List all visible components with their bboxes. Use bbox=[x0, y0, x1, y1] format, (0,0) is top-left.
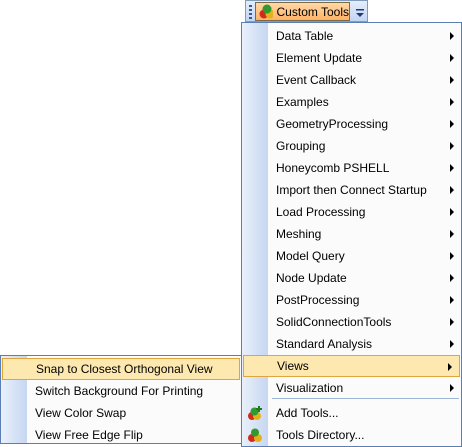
menu-item-views[interactable]: Views bbox=[243, 355, 460, 377]
menu-item-label: Import then Connect Startup bbox=[276, 183, 427, 197]
submenu-arrow-icon bbox=[450, 120, 454, 128]
submenu-arrow-icon bbox=[450, 142, 454, 150]
menu-item-load-processing[interactable]: Load Processing bbox=[242, 201, 461, 223]
menu-item-grouping[interactable]: Grouping bbox=[242, 135, 461, 157]
menu-item-visualization[interactable]: Visualization bbox=[242, 377, 461, 399]
submenu-item-view-color-swap[interactable]: View Color Swap bbox=[1, 402, 241, 424]
chevron-down-icon[interactable] bbox=[355, 6, 365, 20]
menu-item-label: Standard Analysis bbox=[276, 337, 373, 351]
menu-item-label: Add Tools... bbox=[276, 406, 339, 420]
custom-tools-icon bbox=[259, 4, 273, 18]
menu-item-label: Load Processing bbox=[276, 205, 366, 219]
menu-item-node-update[interactable]: Node Update bbox=[242, 267, 461, 289]
submenu-arrow-icon bbox=[450, 98, 454, 106]
menu-item-honeycomb-pshell[interactable]: Honeycomb PSHELL bbox=[242, 157, 461, 179]
menu-item-event-callback[interactable]: Event Callback bbox=[242, 69, 461, 91]
menu-item-model-query[interactable]: Model Query bbox=[242, 245, 461, 267]
menu-separator bbox=[272, 398, 459, 399]
menu-item-label: GeometryProcessing bbox=[276, 117, 389, 131]
submenu-item-label: Snap to Closest Orthogonal View bbox=[36, 362, 213, 376]
menu-item-geometryprocessing[interactable]: GeometryProcessing bbox=[242, 113, 461, 135]
menu-item-add-tools[interactable]: Add Tools... bbox=[242, 402, 461, 424]
menu-item-label: Grouping bbox=[276, 139, 326, 153]
submenu-item-label: Switch Background For Printing bbox=[35, 384, 204, 398]
submenu-item-label: View Color Swap bbox=[35, 406, 127, 420]
submenu-arrow-icon bbox=[450, 76, 454, 84]
menu-item-element-update[interactable]: Element Update bbox=[242, 47, 461, 69]
add-tools-icon bbox=[248, 406, 262, 420]
submenu-arrow-icon bbox=[450, 318, 454, 326]
custom-tools-toolbar: Custom Tools bbox=[245, 0, 368, 22]
submenu-arrow-icon bbox=[450, 252, 454, 260]
menu-item-label: Examples bbox=[276, 95, 329, 109]
menu-item-label: Event Callback bbox=[276, 73, 357, 87]
submenu-arrow-icon bbox=[450, 54, 454, 62]
custom-tools-button[interactable]: Custom Tools bbox=[255, 2, 350, 21]
submenu-arrow-icon bbox=[450, 208, 454, 216]
submenu-arrow-icon bbox=[450, 340, 454, 348]
submenu-item-switch-background-for-printing[interactable]: Switch Background For Printing bbox=[1, 380, 241, 402]
submenu-arrow-icon bbox=[450, 296, 454, 304]
submenu-item-label: View Free Edge Flip bbox=[35, 428, 143, 442]
menu-item-meshing[interactable]: Meshing bbox=[242, 223, 461, 245]
submenu-arrow-icon bbox=[448, 363, 452, 371]
menu-item-label: Meshing bbox=[276, 227, 322, 241]
menu-item-label: Tools Directory... bbox=[276, 428, 365, 442]
custom-tools-menu: Data Table Element Update Event Callback Ex… bbox=[241, 22, 462, 447]
menu-item-examples[interactable]: Examples bbox=[242, 91, 461, 113]
tools-directory-icon bbox=[248, 428, 262, 442]
menu-item-data-table[interactable]: Data Table bbox=[242, 25, 461, 47]
menu-item-label: Model Query bbox=[276, 249, 345, 263]
menu-item-postprocessing[interactable]: PostProcessing bbox=[242, 289, 461, 311]
views-submenu: Snap to Closest Orthogonal View Switch Ba… bbox=[0, 355, 242, 444]
submenu-arrow-icon bbox=[450, 32, 454, 40]
menu-item-standard-analysis[interactable]: Standard Analysis bbox=[242, 333, 461, 355]
menu-item-tools-directory[interactable]: Tools Directory... bbox=[242, 424, 461, 446]
menu-item-label: Honeycomb PSHELL bbox=[276, 161, 390, 175]
menu-item-import-then-connect-startup[interactable]: Import then Connect Startup bbox=[242, 179, 461, 201]
submenu-arrow-icon bbox=[450, 186, 454, 194]
submenu-arrow-icon bbox=[450, 274, 454, 282]
submenu-arrow-icon bbox=[450, 384, 454, 392]
submenu-item-view-free-edge-flip[interactable]: View Free Edge Flip bbox=[1, 424, 241, 446]
menu-item-label: Node Update bbox=[276, 271, 347, 285]
menu-item-solidconnectiontools[interactable]: SolidConnectionTools bbox=[242, 311, 461, 333]
menu-item-label: PostProcessing bbox=[276, 293, 360, 307]
menu-item-label: Views bbox=[277, 359, 309, 373]
custom-tools-label: Custom Tools bbox=[276, 4, 349, 19]
menu-item-label: SolidConnectionTools bbox=[276, 315, 392, 329]
toolbar-grip[interactable] bbox=[249, 5, 252, 19]
submenu-arrow-icon bbox=[450, 230, 454, 238]
submenu-arrow-icon bbox=[450, 164, 454, 172]
menu-item-label: Visualization bbox=[276, 381, 344, 395]
menu-item-label: Data Table bbox=[276, 29, 334, 43]
menu-item-label: Element Update bbox=[276, 51, 363, 65]
submenu-item-snap-to-closest-orthogonal-view[interactable]: Snap to Closest Orthogonal View bbox=[2, 358, 240, 380]
